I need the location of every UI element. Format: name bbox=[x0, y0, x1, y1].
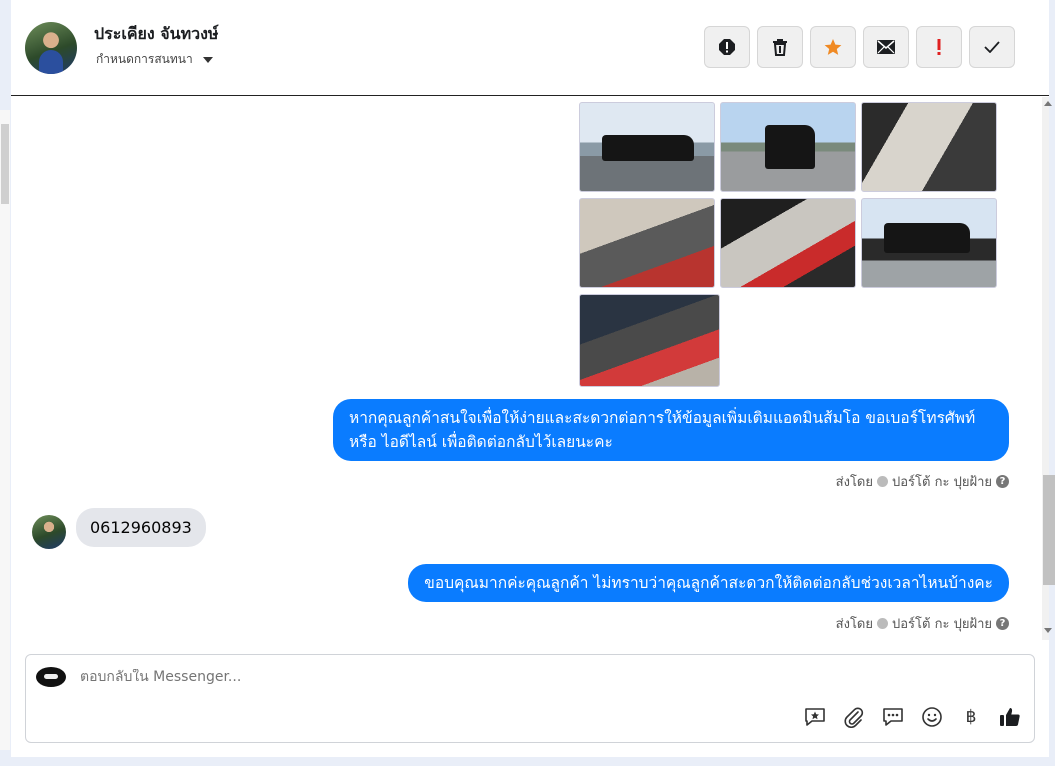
check-icon bbox=[984, 41, 1000, 53]
chat-button[interactable] bbox=[881, 705, 905, 729]
car-photo-cabin[interactable] bbox=[720, 198, 856, 288]
attachment-button[interactable] bbox=[842, 705, 866, 729]
page-avatar bbox=[36, 667, 66, 687]
chat-bubble-icon bbox=[883, 708, 903, 726]
composer-toolbar: ฿ bbox=[803, 705, 1022, 729]
sent-by-info: ส่งโดย ปอร์โต้ กะ ปุยฝ้าย ? bbox=[836, 471, 1009, 492]
delete-button[interactable] bbox=[757, 26, 803, 68]
like-button[interactable] bbox=[998, 705, 1022, 729]
reply-composer: ฿ bbox=[25, 654, 1035, 743]
baht-icon: ฿ bbox=[965, 707, 977, 727]
car-photo-gear-shift[interactable] bbox=[579, 294, 720, 387]
contact-avatar[interactable] bbox=[25, 22, 77, 74]
message-scrollbar[interactable] bbox=[1042, 97, 1055, 640]
message-list[interactable]: หากคุณลูกค้าสนใจเพื่อให้ง่ายและสะดวกต่อก… bbox=[11, 97, 1049, 640]
car-photo-rear[interactable] bbox=[720, 102, 856, 192]
help-icon[interactable]: ? bbox=[996, 617, 1009, 630]
emoji-icon bbox=[922, 707, 942, 727]
payment-button[interactable]: ฿ bbox=[959, 705, 983, 729]
car-photo-dashboard[interactable] bbox=[579, 198, 715, 288]
contact-name[interactable]: ประเคียง จันทวงษ์ bbox=[94, 22, 218, 47]
important-button[interactable] bbox=[916, 26, 962, 68]
outgoing-message: หากคุณลูกค้าสนใจเพื่อให้ง่ายและสะดวกต่อก… bbox=[333, 399, 1009, 461]
saved-reply-icon bbox=[805, 708, 825, 726]
attachment-icon bbox=[844, 707, 864, 728]
report-button[interactable] bbox=[704, 26, 750, 68]
sender-avatar-icon bbox=[877, 618, 888, 629]
page-scrollbar-thumb[interactable] bbox=[1, 124, 9, 204]
sent-by-info: ส่งโดย ปอร์โต้ กะ ปุยฝ้าย ? bbox=[836, 613, 1009, 634]
conversation-settings-label: กำหนดการสนทนา bbox=[96, 52, 193, 66]
conversation-settings-dropdown[interactable]: กำหนดการสนทนา bbox=[96, 50, 213, 69]
saved-reply-button[interactable] bbox=[803, 705, 827, 729]
car-photo-side[interactable] bbox=[579, 102, 715, 192]
scrollbar-thumb[interactable] bbox=[1043, 475, 1055, 585]
car-photo-seats[interactable] bbox=[861, 102, 997, 192]
trash-icon bbox=[773, 39, 787, 56]
star-icon bbox=[824, 39, 842, 55]
reply-input[interactable] bbox=[80, 669, 780, 685]
sent-by-name[interactable]: ปอร์โต้ กะ ปุยฝ้าย bbox=[892, 613, 992, 634]
envelope-icon bbox=[877, 40, 895, 54]
mark-done-button[interactable] bbox=[969, 26, 1015, 68]
incoming-message: 0612960893 bbox=[76, 508, 206, 547]
header-toolbar bbox=[704, 26, 1015, 68]
alert-circle-icon bbox=[719, 39, 735, 55]
star-button[interactable] bbox=[810, 26, 856, 68]
sender-avatar-icon bbox=[877, 476, 888, 487]
caret-down-icon bbox=[202, 56, 213, 63]
car-photo-rear-quarter[interactable] bbox=[861, 198, 997, 288]
exclamation-icon bbox=[937, 39, 941, 55]
mark-unread-button[interactable] bbox=[863, 26, 909, 68]
sent-by-name[interactable]: ปอร์โต้ กะ ปุยฝ้าย bbox=[892, 471, 992, 492]
help-icon[interactable]: ? bbox=[996, 475, 1009, 488]
outgoing-message: ขอบคุณมากค่ะคุณลูกค้า ไม่ทราบว่าคุณลูกค้… bbox=[408, 564, 1009, 602]
page-scrollbar[interactable] bbox=[0, 110, 10, 750]
thumbs-up-icon bbox=[1000, 708, 1020, 726]
conversation-header: ประเคียง จันทวงษ์ กำหนดการสนทนา bbox=[11, 0, 1049, 96]
conversation-panel: ประเคียง จันทวงษ์ กำหนดการสนทนา หากคุณลู… bbox=[11, 0, 1055, 757]
sent-by-prefix: ส่งโดย bbox=[835, 475, 873, 490]
customer-avatar[interactable] bbox=[32, 515, 66, 549]
emoji-button[interactable] bbox=[920, 705, 944, 729]
sent-by-prefix: ส่งโดย bbox=[835, 617, 873, 632]
scroll-up-icon[interactable] bbox=[1044, 101, 1052, 106]
scroll-down-icon[interactable] bbox=[1044, 628, 1052, 633]
